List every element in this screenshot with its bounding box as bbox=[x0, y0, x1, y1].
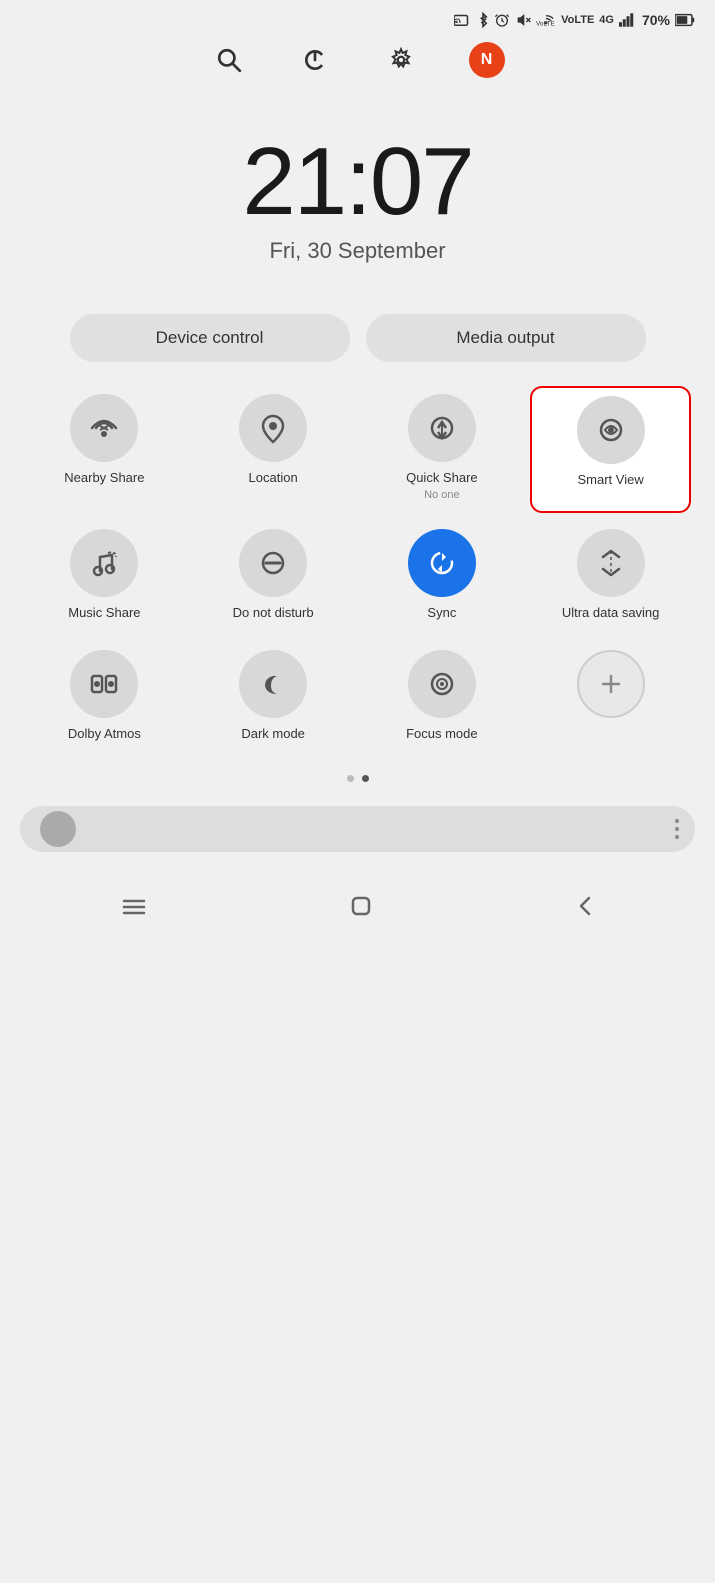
bluetooth-icon bbox=[477, 12, 489, 28]
brightness-thumb[interactable] bbox=[40, 811, 76, 847]
clock-section: 21:07 Fri, 30 September bbox=[0, 94, 715, 314]
volte-label: VoLTE bbox=[561, 14, 594, 26]
location-icon bbox=[239, 394, 307, 462]
tiles-row-2: Music Share Do not disturb Sync bbox=[16, 521, 699, 634]
do-not-disturb-tile[interactable]: Do not disturb bbox=[193, 521, 354, 634]
dolby-atmos-label: Dolby Atmos bbox=[68, 726, 141, 743]
notification-badge-label: N bbox=[481, 51, 493, 69]
recent-apps-button[interactable] bbox=[120, 894, 148, 925]
quick-share-label: Quick Share bbox=[406, 470, 478, 487]
status-bar: VoLTE VoLTE 4G 70% bbox=[0, 0, 715, 34]
back-icon bbox=[575, 892, 595, 920]
battery-percentage: 70% bbox=[642, 12, 670, 28]
tiles-row-3: Dolby Atmos Dark mode Focus mode bbox=[16, 642, 699, 755]
page-dot-2[interactable] bbox=[362, 775, 369, 782]
sync-label: Sync bbox=[427, 605, 456, 622]
music-share-icon bbox=[70, 529, 138, 597]
quick-share-icon bbox=[408, 394, 476, 462]
dark-mode-icon bbox=[239, 650, 307, 718]
page-indicators bbox=[0, 755, 715, 798]
smart-view-tile[interactable]: Smart View bbox=[530, 386, 691, 513]
svg-text:VoLTE: VoLTE bbox=[536, 21, 555, 28]
smart-view-label: Smart View bbox=[578, 472, 644, 489]
focus-mode-tile[interactable]: Focus mode bbox=[362, 642, 523, 755]
dolby-atmos-tile[interactable]: Dolby Atmos bbox=[24, 642, 185, 755]
location-label: Location bbox=[249, 470, 298, 487]
nav-bar bbox=[0, 876, 715, 951]
mute-icon bbox=[515, 12, 531, 28]
tiles-section: Nearby Share Location Quic bbox=[0, 386, 715, 755]
home-button[interactable] bbox=[347, 892, 375, 927]
location-tile[interactable]: Location bbox=[193, 386, 354, 513]
wifi-calling-icon: VoLTE bbox=[536, 12, 556, 28]
device-control-button[interactable]: Device control bbox=[70, 314, 350, 362]
add-tile-button[interactable] bbox=[530, 642, 691, 755]
do-not-disturb-label: Do not disturb bbox=[233, 605, 314, 622]
dolby-atmos-icon bbox=[70, 650, 138, 718]
do-not-disturb-icon bbox=[239, 529, 307, 597]
cast-icon bbox=[454, 13, 472, 27]
brightness-more-icon[interactable] bbox=[675, 819, 679, 839]
power-button[interactable] bbox=[297, 42, 333, 78]
media-output-button[interactable]: Media output bbox=[366, 314, 646, 362]
clock-date: Fri, 30 September bbox=[20, 238, 695, 264]
add-tile-icon bbox=[577, 650, 645, 718]
panel-buttons: Device control Media output bbox=[0, 314, 715, 386]
dark-mode-label: Dark mode bbox=[241, 726, 305, 743]
search-button[interactable] bbox=[211, 42, 247, 78]
ultra-data-saving-icon bbox=[577, 529, 645, 597]
music-share-tile[interactable]: Music Share bbox=[24, 521, 185, 634]
clock-time: 21:07 bbox=[20, 134, 695, 230]
settings-button[interactable] bbox=[383, 42, 419, 78]
sync-icon bbox=[408, 529, 476, 597]
recent-apps-icon bbox=[120, 896, 148, 918]
focus-mode-icon bbox=[408, 650, 476, 718]
action-bar: N bbox=[0, 34, 715, 94]
sync-tile[interactable]: Sync bbox=[362, 521, 523, 634]
nearby-share-label: Nearby Share bbox=[64, 470, 144, 487]
quick-share-tile[interactable]: Quick Share No one bbox=[362, 386, 523, 513]
tiles-row-1: Nearby Share Location Quic bbox=[16, 386, 699, 513]
signal-icon bbox=[619, 13, 637, 27]
ultra-data-saving-label: Ultra data saving bbox=[562, 605, 660, 622]
back-button[interactable] bbox=[575, 892, 595, 927]
status-icons: VoLTE VoLTE 4G 70% bbox=[454, 12, 695, 28]
notification-button[interactable]: N bbox=[469, 42, 505, 78]
home-icon bbox=[347, 892, 375, 920]
search-icon bbox=[216, 47, 242, 73]
alarm-icon bbox=[494, 12, 510, 28]
music-share-label: Music Share bbox=[68, 605, 140, 622]
battery-icon bbox=[675, 13, 695, 27]
focus-mode-label: Focus mode bbox=[406, 726, 478, 743]
page-dot-1[interactable] bbox=[347, 775, 354, 782]
brightness-bar-container bbox=[0, 798, 715, 868]
nearby-share-tile[interactable]: Nearby Share bbox=[24, 386, 185, 513]
dark-mode-tile[interactable]: Dark mode bbox=[193, 642, 354, 755]
brightness-bar[interactable] bbox=[20, 806, 695, 852]
settings-icon bbox=[388, 47, 414, 73]
power-icon bbox=[302, 47, 328, 73]
4g-label: 4G bbox=[599, 14, 614, 26]
quick-share-sublabel: No one bbox=[424, 489, 459, 501]
ultra-data-saving-tile[interactable]: Ultra data saving bbox=[530, 521, 691, 634]
nearby-share-icon bbox=[70, 394, 138, 462]
smart-view-icon bbox=[577, 396, 645, 464]
